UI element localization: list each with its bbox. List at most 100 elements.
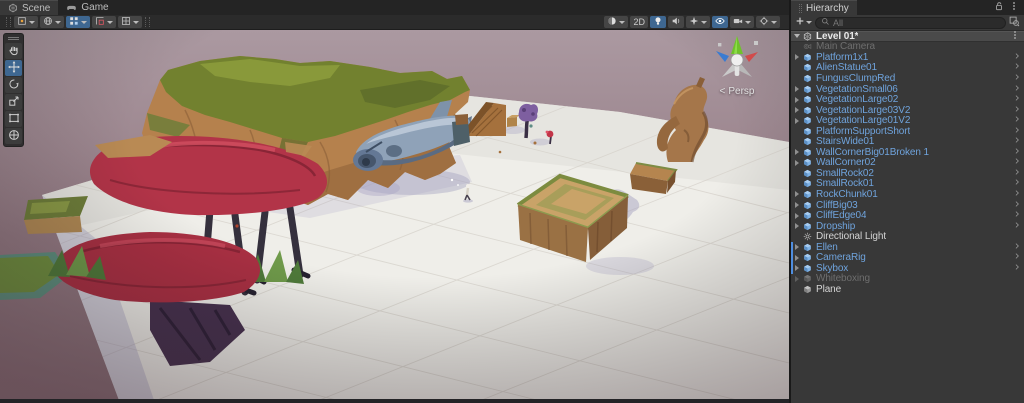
cube-icon — [802, 274, 813, 284]
tools-overlay — [3, 33, 24, 147]
scene-viewport[interactable]: < Persp — [0, 30, 789, 403]
hierarchy-row-rockchunk01[interactable]: RockChunk01 — [791, 189, 1024, 200]
hierarchy-row-wallcorner02[interactable]: WallCorner02 — [791, 157, 1024, 168]
foldout-arrow-icon[interactable] — [791, 96, 802, 103]
toolbar-grip-icon[interactable] — [145, 17, 150, 27]
hierarchy-search[interactable] — [815, 16, 1006, 29]
prefab-open-chevron-icon[interactable] — [1013, 210, 1021, 221]
hierarchy-row-platformsupportshort[interactable]: PlatformSupportShort — [791, 126, 1024, 137]
hierarchy-row-fungusclumpred[interactable]: FungusClumpRed — [791, 73, 1024, 84]
foldout-arrow-icon[interactable] — [791, 159, 802, 166]
lock-icon[interactable] — [994, 1, 1004, 14]
foldout-arrow-icon[interactable] — [791, 107, 802, 114]
foldout-arrow-icon[interactable] — [791, 275, 802, 282]
hierarchy-row-whiteboxing[interactable]: Whiteboxing — [791, 273, 1024, 284]
hierarchy-row-alienstatue01[interactable]: AlienStatue01 — [791, 62, 1024, 73]
prefab-open-chevron-icon[interactable] — [1013, 252, 1021, 263]
prefab-open-chevron-icon[interactable] — [1013, 263, 1021, 274]
scene-audio-button[interactable] — [668, 16, 684, 28]
grid-snapping-button[interactable] — [66, 16, 90, 28]
snap-settings-button[interactable] — [118, 16, 142, 28]
prefab-open-chevron-icon[interactable] — [1013, 221, 1021, 232]
camera-overlay-button[interactable] — [730, 16, 754, 28]
prefab-open-chevron-icon[interactable] — [1013, 62, 1021, 73]
hierarchy-row-plane[interactable]: Plane — [791, 284, 1024, 295]
prefab-open-chevron-icon[interactable] — [1013, 136, 1021, 147]
scale-tool-button[interactable] — [5, 94, 22, 110]
foldout-arrow-icon[interactable] — [791, 86, 802, 92]
hierarchy-row-dropship[interactable]: Dropship — [791, 221, 1024, 232]
tool-handle-rotation-button[interactable] — [40, 16, 64, 28]
hierarchy-row-smallrock01[interactable]: SmallRock01 — [791, 178, 1024, 189]
object-name: VegetationLarge02 — [816, 94, 899, 106]
prefab-open-chevron-icon[interactable] — [1013, 105, 1021, 116]
prefab-open-chevron-icon[interactable] — [1013, 115, 1021, 126]
prefab-open-chevron-icon[interactable] — [1013, 52, 1021, 63]
hierarchy-row-ellen[interactable]: Ellen — [791, 242, 1024, 253]
prefab-open-chevron-icon[interactable] — [1013, 157, 1021, 168]
2d-view-button[interactable]: 2D — [630, 16, 648, 28]
gizmo-axes-icon[interactable] — [710, 34, 764, 84]
move-tool-button[interactable] — [5, 60, 22, 76]
hierarchy-row-cliffbig03[interactable]: CliffBig03 — [791, 200, 1024, 211]
prefab-open-chevron-icon[interactable] — [1013, 242, 1021, 253]
prefab-cube-icon — [802, 263, 813, 273]
foldout-arrow-icon[interactable] — [791, 202, 802, 209]
foldout-arrow-icon[interactable] — [791, 34, 802, 39]
hierarchy-row-directional-light[interactable]: Directional Light — [791, 231, 1024, 242]
prefab-open-chevron-icon[interactable] — [1013, 94, 1021, 105]
prefab-open-chevron-icon[interactable] — [1013, 168, 1021, 179]
shading-mode-button[interactable] — [604, 16, 629, 28]
prefab-open-chevron-icon[interactable] — [1013, 126, 1021, 137]
increment-snap-button[interactable] — [92, 16, 116, 28]
search-picker-icon[interactable] — [1009, 16, 1020, 30]
hierarchy-search-input[interactable] — [833, 17, 1000, 28]
hierarchy-row-smallrock02[interactable]: SmallRock02 — [791, 168, 1024, 179]
scene-world-svg[interactable] — [0, 30, 789, 403]
gizmos-button[interactable] — [756, 16, 780, 28]
effects-button[interactable] — [686, 16, 710, 28]
toolbar-grip-icon[interactable] — [6, 17, 11, 27]
prefab-open-chevron-icon[interactable] — [1013, 200, 1021, 211]
hierarchy-row-main-camera[interactable]: Main Camera — [791, 41, 1024, 52]
foldout-arrow-icon[interactable] — [791, 212, 802, 219]
tab-scene[interactable]: Scene — [0, 0, 59, 15]
overlay-drag-handle-icon[interactable] — [8, 37, 19, 40]
prefab-cube-icon — [802, 158, 813, 168]
foldout-arrow-icon[interactable] — [791, 149, 802, 156]
foldout-arrow-icon[interactable] — [791, 191, 802, 198]
hierarchy-row-platform1x1[interactable]: Platform1x1 — [791, 52, 1024, 63]
hierarchy-row-vegetationsmall06[interactable]: VegetationSmall06 — [791, 84, 1024, 95]
hierarchy-row-vegetationlarge01v2[interactable]: VegetationLarge01V2 — [791, 115, 1024, 126]
projection-label[interactable]: < Persp — [720, 86, 755, 97]
hierarchy-row-vegetationlarge02[interactable]: VegetationLarge02 — [791, 94, 1024, 105]
tool-handle-position-button[interactable] — [14, 16, 38, 28]
view-tool-button[interactable] — [5, 43, 22, 59]
tab-hierarchy[interactable]: Hierarchy — [791, 0, 857, 15]
rotate-tool-button[interactable] — [5, 77, 22, 93]
scene-visibility-button[interactable] — [712, 16, 728, 28]
hierarchy-row-cliffedge04[interactable]: CliffEdge04 — [791, 210, 1024, 221]
prefab-open-chevron-icon[interactable] — [1013, 178, 1021, 189]
orientation-gizmo[interactable]: < Persp — [707, 34, 767, 97]
prefab-open-chevron-icon[interactable] — [1013, 84, 1021, 95]
prefab-open-chevron-icon[interactable] — [1013, 147, 1021, 158]
foldout-arrow-icon[interactable] — [791, 223, 802, 230]
create-object-button[interactable] — [795, 16, 812, 29]
hierarchy-row-stairswide01[interactable]: StairsWide01 — [791, 136, 1024, 147]
rect-tool-button[interactable] — [5, 111, 22, 127]
hierarchy-row-vegetationlarge03v2[interactable]: VegetationLarge03V2 — [791, 105, 1024, 116]
foldout-arrow-icon[interactable] — [791, 54, 802, 61]
prefab-open-chevron-icon[interactable] — [1013, 73, 1021, 84]
foldout-arrow-icon[interactable] — [791, 117, 802, 124]
tab-game[interactable]: Game — [58, 0, 116, 15]
hierarchy-row-level-01-[interactable]: Level 01* — [791, 31, 1024, 42]
hierarchy-row-wallcornerbig01broken-1[interactable]: WallCornerBig01Broken 1 — [791, 147, 1024, 158]
hierarchy-row-skybox[interactable]: Skybox — [791, 263, 1024, 274]
prefab-cube-icon — [802, 105, 813, 115]
hierarchy-row-camerarig[interactable]: CameraRig — [791, 252, 1024, 263]
prefab-open-chevron-icon[interactable] — [1013, 189, 1021, 200]
scene-lighting-button[interactable] — [650, 16, 666, 28]
transform-tool-button[interactable] — [5, 128, 22, 144]
kebab-menu-icon[interactable] — [1009, 1, 1019, 14]
